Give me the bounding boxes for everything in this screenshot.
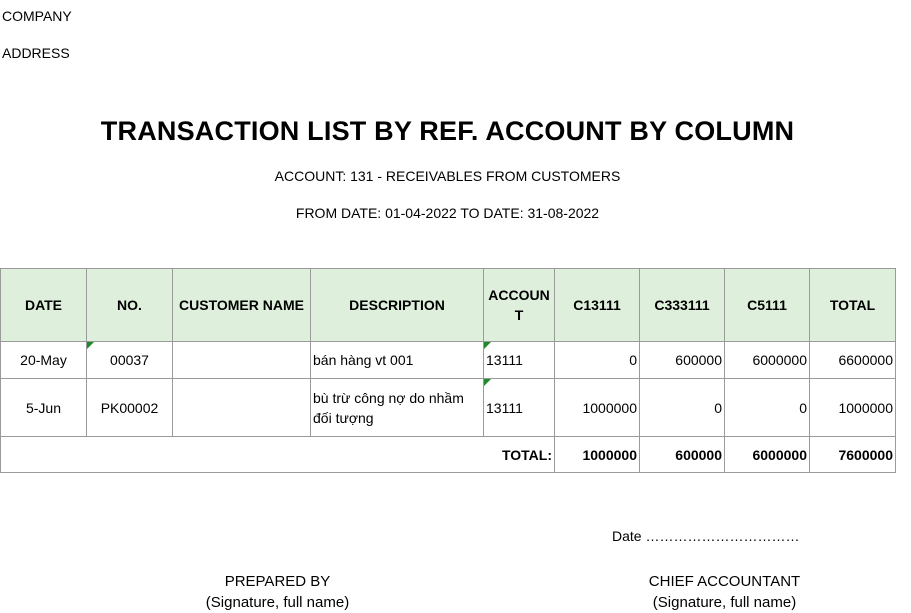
col-header-customer-name: CUSTOMER NAME bbox=[172, 268, 311, 342]
col-header-c333111: C333111 bbox=[639, 268, 725, 342]
prepared-by-signature-hint: (Signature, full name) bbox=[205, 594, 350, 611]
cell-customer bbox=[172, 378, 311, 437]
cell-c333111: 0 bbox=[639, 378, 725, 437]
cell-no: PK00002 bbox=[86, 378, 173, 437]
chief-accountant-signature-hint: (Signature, full name) bbox=[652, 594, 797, 611]
table-header-row: DATE NO. CUSTOMER NAME DESCRIPTION ACCOU… bbox=[0, 268, 896, 342]
cell-description: bán hàng vt 001 bbox=[310, 341, 484, 379]
total-c333111: 600000 bbox=[639, 436, 725, 473]
col-header-total: TOTAL bbox=[809, 268, 896, 342]
col-header-description: DESCRIPTION bbox=[310, 268, 484, 342]
cell-no: 00037 bbox=[86, 341, 173, 379]
totals-row: TOTAL: 1000000 600000 6000000 7600000 bbox=[0, 436, 896, 473]
cell-date: 5-Jun bbox=[0, 378, 87, 437]
col-header-account: ACCOUNT bbox=[483, 268, 555, 342]
col-header-no: NO. bbox=[86, 268, 173, 342]
total-grand: 7600000 bbox=[809, 436, 896, 473]
account-line: ACCOUNT: 131 - RECEIVABLES FROM CUSTOMER… bbox=[274, 168, 621, 184]
transaction-table: DATE NO. CUSTOMER NAME DESCRIPTION ACCOU… bbox=[0, 268, 896, 473]
chief-accountant-block: CHIEF ACCOUNTANT (Signature, full name) bbox=[627, 571, 822, 613]
cell-c5111: 0 bbox=[724, 378, 810, 437]
chief-accountant-title: CHIEF ACCOUNTANT bbox=[648, 573, 801, 590]
total-c5111: 6000000 bbox=[724, 436, 810, 473]
cell-total: 6600000 bbox=[809, 341, 896, 379]
cell-account: 13111 bbox=[483, 378, 555, 437]
cell-c13111: 0 bbox=[554, 341, 640, 379]
cell-account: 13111 bbox=[483, 341, 555, 379]
total-c13111: 1000000 bbox=[554, 436, 640, 473]
col-header-c5111: C5111 bbox=[724, 268, 810, 342]
cell-c5111: 6000000 bbox=[724, 341, 810, 379]
date-range-line: FROM DATE: 01-04-2022 TO DATE: 31-08-202… bbox=[295, 205, 600, 221]
cell-c13111: 1000000 bbox=[554, 378, 640, 437]
col-header-date: DATE bbox=[0, 268, 87, 342]
cell-description: bù trừ công nợ do nhầm đối tượng bbox=[310, 378, 484, 437]
totals-spacer bbox=[0, 436, 484, 473]
address-label: ADDRESS bbox=[2, 45, 70, 61]
cell-c333111: 600000 bbox=[639, 341, 725, 379]
report-title: TRANSACTION LIST BY REF. ACCOUNT BY COLU… bbox=[100, 116, 795, 146]
table-row: 5-Jun PK00002 bù trừ công nợ do nhầm đối… bbox=[0, 378, 896, 437]
signature-date-line: Date …………………………… bbox=[612, 528, 800, 544]
table-row: 20-May 00037 bán hàng vt 001 13111 0 600… bbox=[0, 341, 896, 379]
col-header-c13111: C13111 bbox=[554, 268, 640, 342]
company-label: COMPANY bbox=[2, 8, 72, 24]
prepared-by-title: PREPARED BY bbox=[224, 573, 331, 590]
prepared-by-block: PREPARED BY (Signature, full name) bbox=[190, 571, 365, 613]
totals-label: TOTAL: bbox=[483, 436, 555, 473]
cell-total: 1000000 bbox=[809, 378, 896, 437]
cell-date: 20-May bbox=[0, 341, 87, 379]
cell-customer bbox=[172, 341, 311, 379]
